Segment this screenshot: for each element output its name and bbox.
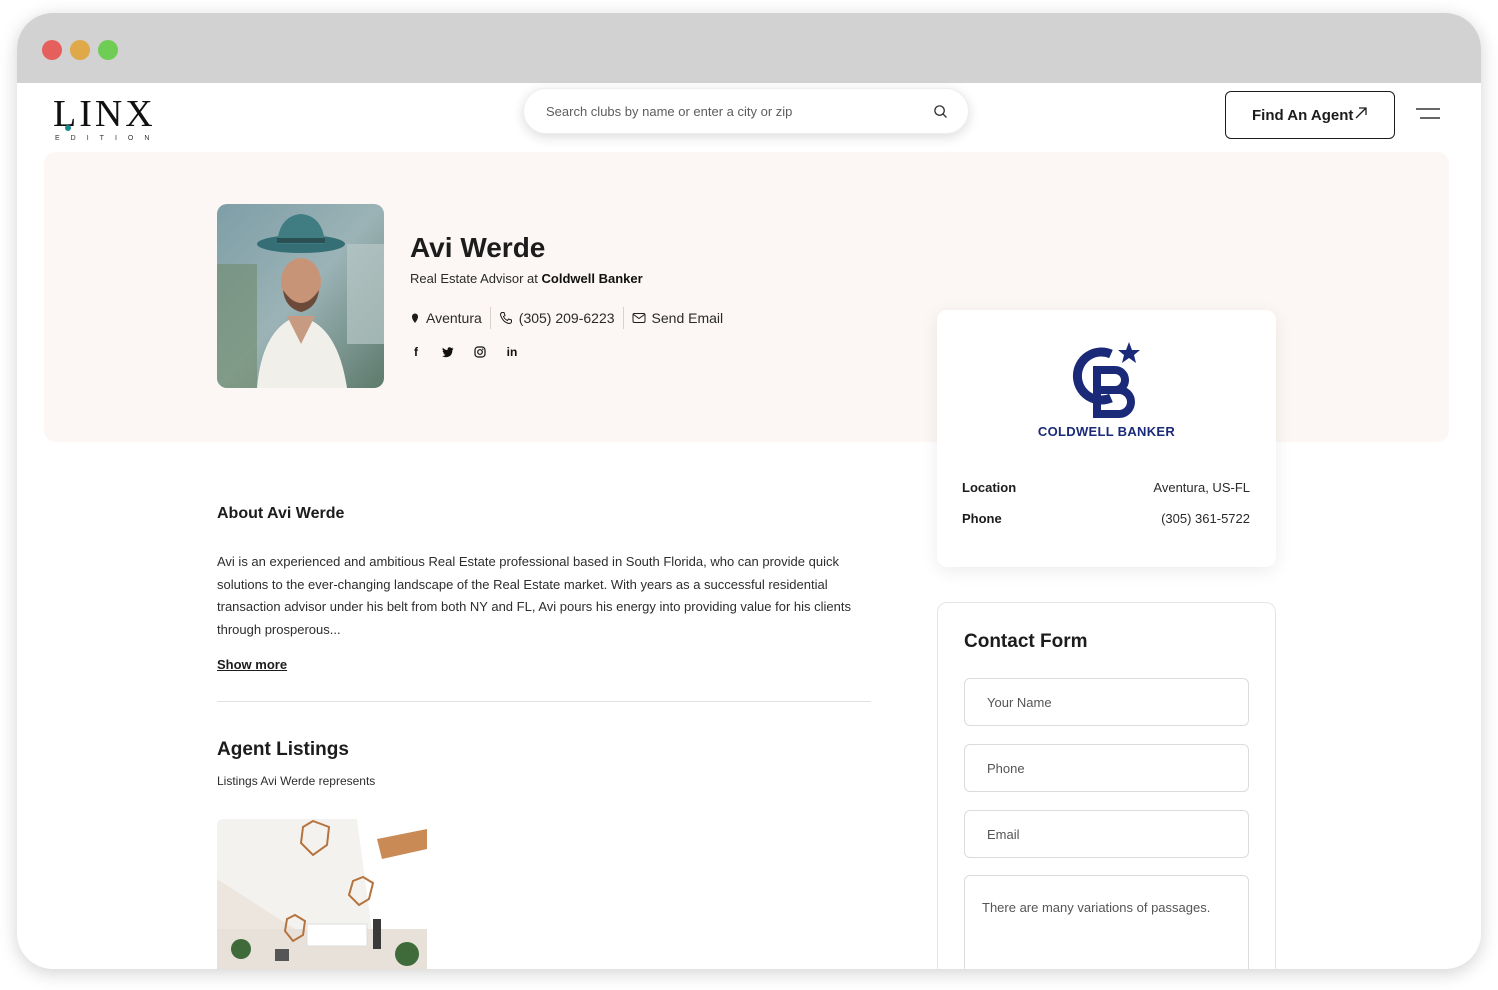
coldwell-banker-logo-icon [1072, 342, 1140, 418]
agent-phone-text: (305) 209-6223 [518, 310, 615, 326]
show-more-link[interactable]: Show more [217, 657, 287, 672]
close-window-button[interactable] [42, 40, 62, 60]
about-title: About Avi Werde [217, 505, 345, 522]
agent-location: Aventura [410, 307, 491, 329]
linkedin-icon[interactable]: in [506, 345, 518, 359]
company-location-row: Location Aventura, US-FL [962, 480, 1250, 495]
send-email-link[interactable]: Send Email [632, 307, 732, 329]
email-field[interactable] [964, 810, 1249, 858]
phone-field[interactable] [964, 744, 1249, 792]
agent-contact-meta: Aventura (305) 209-6223 Send Email [410, 307, 739, 329]
instagram-icon[interactable] [474, 346, 486, 358]
twitter-icon[interactable] [442, 346, 454, 358]
agent-phone[interactable]: (305) 209-6223 [499, 307, 624, 329]
agent-role: Real Estate Advisor at Coldwell Banker [410, 271, 643, 286]
location-value: Aventura, US-FL [1153, 480, 1250, 495]
location-pin-icon [412, 313, 418, 323]
location-label: Location [962, 480, 1017, 495]
maximize-window-button[interactable] [98, 40, 118, 60]
arrow-up-right-icon [1355, 107, 1367, 119]
listings-subtitle: Listings Avi Werde represents [217, 774, 376, 788]
send-email-text: Send Email [651, 310, 724, 326]
search-icon[interactable] [933, 104, 948, 119]
agent-location-text: Aventura [426, 310, 482, 326]
message-field[interactable] [964, 875, 1249, 969]
logo-subtext: EDITION [55, 135, 161, 142]
contact-form-title: Contact Form [964, 631, 1088, 652]
facebook-icon[interactable]: f [410, 345, 422, 359]
find-agent-label: Find An Agent [1252, 107, 1354, 124]
social-links: f in [410, 345, 518, 359]
linx-logo[interactable]: LINX EDITION [53, 95, 163, 142]
phone-icon [499, 312, 512, 325]
browser-window: LINX EDITION Search clubs by name or ent… [17, 13, 1481, 969]
page-content: LINX EDITION Search clubs by name or ent… [17, 83, 1481, 969]
agent-photo [217, 204, 384, 388]
about-text: Avi is an experienced and ambitious Real… [217, 554, 851, 637]
company-brand-name: COLDWELL BANKER [1037, 424, 1176, 439]
listings-title: Agent Listings [217, 739, 349, 760]
company-card: COLDWELL BANKER Location Aventura, US-FL… [937, 310, 1276, 567]
search-bar[interactable]: Search clubs by name or enter a city or … [523, 88, 969, 134]
hamburger-menu-icon[interactable] [1416, 107, 1440, 121]
section-divider [217, 701, 871, 702]
find-agent-button[interactable]: Find An Agent [1225, 91, 1395, 139]
search-input[interactable]: Search clubs by name or enter a city or … [546, 104, 792, 119]
agent-name: Avi Werde [410, 232, 546, 263]
email-icon [632, 313, 646, 323]
agent-role-prefix: Real Estate Advisor at [410, 271, 542, 286]
company-phone-row: Phone (305) 361-5722 [962, 511, 1250, 526]
agent-company-link[interactable]: Coldwell Banker [542, 271, 643, 286]
phone-label: Phone [962, 511, 1002, 526]
phone-value[interactable]: (305) 361-5722 [1161, 511, 1250, 526]
window-titlebar [17, 13, 1481, 83]
listing-photo[interactable] [217, 819, 427, 969]
name-field[interactable] [964, 678, 1249, 726]
logo-accent-dot [65, 125, 71, 131]
contact-form-card: Contact Form [937, 602, 1276, 969]
minimize-window-button[interactable] [70, 40, 90, 60]
